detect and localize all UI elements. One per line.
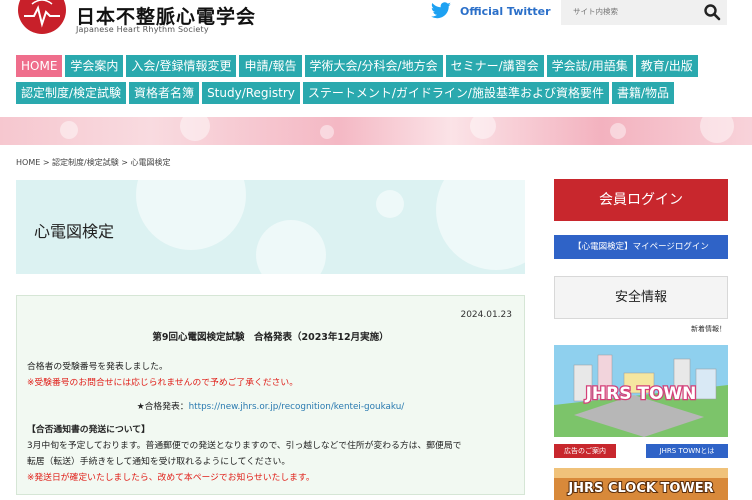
- site-subtitle: Japanese Heart Rhythm Society: [76, 25, 209, 34]
- nav-item-journal[interactable]: 学会誌/用語集: [546, 55, 633, 77]
- search-input[interactable]: [573, 7, 693, 16]
- announcement-line: 合格者の受験番号を発表しました。: [27, 362, 168, 372]
- nav-item-education[interactable]: 教育/出版: [635, 55, 698, 77]
- search-icon[interactable]: [703, 3, 721, 25]
- nav-row-1: HOME 学会案内 入会/登録情報変更 申請/報告 学術大会/分科会/地方会 セ…: [16, 55, 736, 77]
- announcement-heading: 第9回心電図検定試験 合格発表（2023年12月実施）: [152, 332, 389, 343]
- safety-info-button[interactable]: 安全情報: [554, 276, 728, 319]
- nav-item-applications[interactable]: 申請/報告: [239, 55, 302, 77]
- jhrs-town-about-link[interactable]: JHRS TOWNとは: [646, 444, 728, 458]
- nav-item-statements[interactable]: ステートメント/ガイドライン/施設基準および資格要件: [302, 82, 609, 104]
- nav-item-registry-list[interactable]: 資格者名簿: [129, 82, 200, 104]
- breadcrumb[interactable]: HOME > 認定制度/検定試験 > 心電図検定: [16, 157, 171, 168]
- nav-item-meetings[interactable]: 学術大会/分科会/地方会: [304, 55, 443, 77]
- jhrs-clock-tower-banner[interactable]: JHRS CLOCK TOWER: [554, 468, 728, 500]
- nav-row-2: 認定制度/検定試験 資格者名簿 Study/Registry ステートメント/ガ…: [16, 82, 736, 104]
- mypage-login-button[interactable]: 【心電図検定】マイページログイン: [554, 235, 728, 259]
- nav-item-books[interactable]: 書籍/物品: [611, 82, 675, 104]
- result-link-prefix: ★合格発表：: [136, 402, 189, 412]
- nav-item-membership[interactable]: 入会/登録情報変更: [126, 55, 237, 77]
- twitter-icon: [430, 2, 452, 20]
- announcement-line: 転居（転送）手続きをして通知を受け取れるようにしてください。: [27, 457, 291, 467]
- jhrs-town-banner[interactable]: JHRS TOWN: [554, 345, 728, 437]
- section-heading: 【合否通知書の発送について】: [27, 425, 150, 435]
- announcement-warning: ※発送日が確定いたしましたら、改めて本ページでお知らせいたします。: [27, 473, 315, 483]
- page-title-panel: 心電図検定: [16, 180, 525, 274]
- announcement-box: 2024.01.23 第9回心電図検定試験 合格発表（2023年12月実施） 合…: [16, 295, 525, 495]
- twitter-link[interactable]: Official Twitter: [430, 2, 551, 20]
- announcement-warning: ※受験番号のお問合せには応じられませんので予めご了承ください。: [27, 378, 299, 388]
- society-logo[interactable]: [18, 0, 66, 34]
- result-link[interactable]: https://new.jhrs.or.jp/recognition/kente…: [189, 402, 405, 412]
- page-title: 心電図検定: [34, 222, 115, 241]
- announcement-date: 2024.01.23: [460, 310, 512, 320]
- site-search: [561, 0, 727, 25]
- nav-item-about[interactable]: 学会案内: [65, 55, 124, 77]
- result-link-line: ★合格発表：https://new.jhrs.or.jp/recognition…: [17, 399, 524, 412]
- ad-info-link[interactable]: 広告のご案内: [554, 444, 616, 458]
- nav-item-home[interactable]: HOME: [16, 55, 63, 77]
- decorative-banner: [0, 109, 752, 145]
- announcement-line: 3月中旬を予定しております。普通郵便での発送となりますので、引っ越しなどで住所が…: [27, 441, 462, 451]
- nav-item-seminars[interactable]: セミナー/講習会: [445, 55, 544, 77]
- site-header: 日本不整脈心電学会 Japanese Heart Rhythm Society …: [0, 0, 752, 40]
- town-banner-text: JHRS TOWN: [585, 384, 697, 404]
- clock-banner-text: JHRS CLOCK TOWER: [567, 481, 713, 496]
- new-info-label: 新着情報！: [691, 325, 726, 333]
- nav-item-certification[interactable]: 認定制度/検定試験: [16, 82, 127, 104]
- nav-item-study-registry[interactable]: Study/Registry: [202, 82, 300, 104]
- member-login-button[interactable]: 会員ログイン: [554, 179, 728, 221]
- twitter-label: Official Twitter: [460, 4, 551, 18]
- global-nav: HOME 学会案内 入会/登録情報変更 申請/報告 学術大会/分科会/地方会 セ…: [16, 55, 736, 109]
